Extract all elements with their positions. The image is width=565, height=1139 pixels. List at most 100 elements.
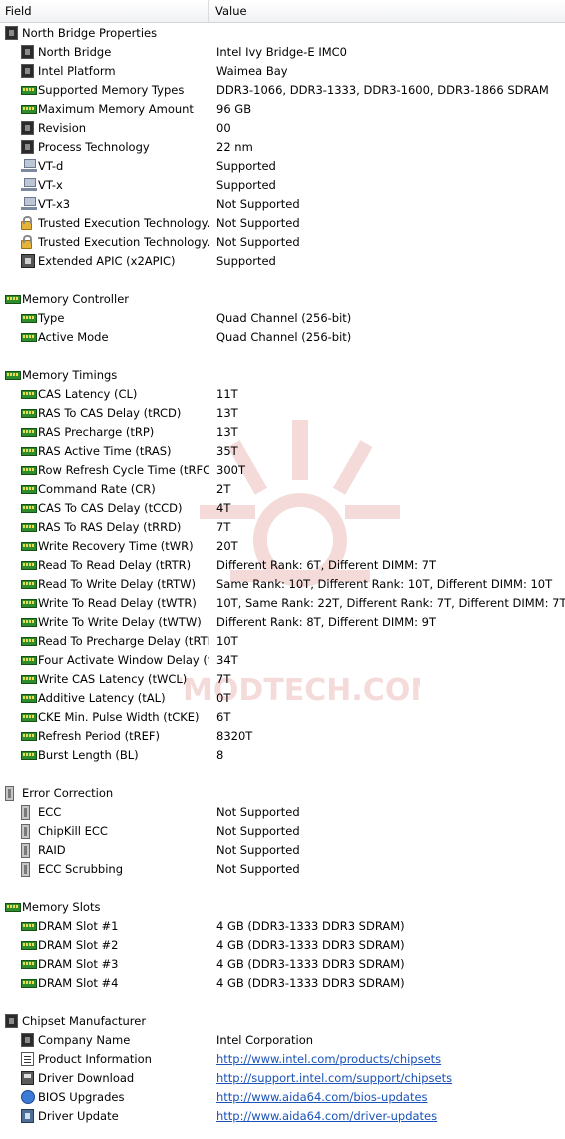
field-value: 8320T (216, 729, 253, 743)
memory-module-icon (21, 466, 37, 475)
group-header[interactable]: Memory Slots (0, 898, 565, 917)
memory-stick-icon (21, 843, 30, 858)
property-row[interactable]: Additive Latency (tAL) 0T (0, 689, 565, 708)
bios-icon (21, 1090, 35, 1104)
property-row[interactable]: Row Refresh Cycle Time (tRFC) 300T (0, 461, 565, 480)
field-value: 8 (216, 748, 224, 762)
property-row[interactable]: CAS Latency (CL) 11T (0, 385, 565, 404)
field-label: ECC Scrubbing (38, 862, 124, 876)
property-row[interactable]: BIOS Upgrades http://www.aida64.com/bios-… (0, 1088, 565, 1107)
memory-module-icon (21, 504, 37, 513)
field-label: Write To Write Delay (tWTW) (38, 615, 202, 629)
property-row[interactable]: Read To Precharge Delay (tRTP) 10T (0, 632, 565, 651)
field-label: DRAM Slot #2 (38, 938, 119, 952)
property-row[interactable]: VT-x3 Not Supported (0, 195, 565, 214)
memory-module-icon (21, 523, 37, 532)
field-value: 00 (216, 121, 231, 135)
group-header[interactable]: Chipset Manufacturer (0, 1012, 565, 1031)
property-row[interactable]: RAS Active Time (tRAS) 35T (0, 442, 565, 461)
value-column-header[interactable]: Value (209, 0, 247, 22)
field-value: 4T (216, 501, 231, 515)
field-value: Not Supported (216, 843, 300, 857)
memory-stick-icon (5, 786, 14, 801)
field-label: Type (38, 311, 65, 325)
property-row[interactable]: DRAM Slot #3 4 GB (DDR3-1333 DDR3 SDRAM) (0, 955, 565, 974)
property-row[interactable]: Revision 00 (0, 119, 565, 138)
value-link[interactable]: http://www.aida64.com/bios-updates (216, 1088, 428, 1107)
memory-module-icon (21, 694, 37, 703)
property-row[interactable]: DRAM Slot #1 4 GB (DDR3-1333 DDR3 SDRAM) (0, 917, 565, 936)
property-row[interactable]: Intel Platform Waimea Bay (0, 62, 565, 81)
field-label: Intel Platform (38, 64, 116, 78)
field-label: RAS To CAS Delay (tRCD) (38, 406, 182, 420)
property-row[interactable]: Write Recovery Time (tWR) 20T (0, 537, 565, 556)
property-row[interactable]: ChipKill ECC Not Supported (0, 822, 565, 841)
property-row[interactable]: Product Information http://www.intel.com/… (0, 1050, 565, 1069)
memory-module-icon (21, 656, 37, 665)
property-row[interactable]: Trusted Execution Technology... Not Suppo… (0, 233, 565, 252)
property-row[interactable]: RAS To RAS Delay (tRRD) 7T (0, 518, 565, 537)
property-row[interactable]: Read To Write Delay (tRTW) Same Rank: 10T… (0, 575, 565, 594)
property-row[interactable]: Trusted Execution Technology... Not Suppo… (0, 214, 565, 233)
property-row[interactable]: Refresh Period (tREF) 8320T (0, 727, 565, 746)
field-column-header[interactable]: Field (0, 0, 209, 22)
value-link[interactable]: http://support.intel.com/support/chipset… (216, 1069, 452, 1088)
group-header[interactable]: Error Correction (0, 784, 565, 803)
group-header[interactable]: Memory Controller (0, 290, 565, 309)
field-value: Intel Ivy Bridge-E IMC0 (216, 45, 347, 59)
memory-module-icon (5, 295, 21, 304)
field-label: Write CAS Latency (tWCL) (38, 672, 188, 686)
memory-module-icon (21, 542, 37, 551)
property-row[interactable]: ECC Not Supported (0, 803, 565, 822)
field-value: Supported (216, 254, 276, 268)
value-link[interactable]: http://www.intel.com/products/chipsets (216, 1050, 441, 1069)
property-row[interactable]: RAID Not Supported (0, 841, 565, 860)
memory-module-icon (5, 903, 21, 912)
group-header[interactable]: Memory Timings (0, 366, 565, 385)
field-label: CAS Latency (CL) (38, 387, 138, 401)
property-row[interactable]: Active Mode Quad Channel (256-bit) (0, 328, 565, 347)
field-label: Process Technology (38, 140, 150, 154)
property-row[interactable]: Type Quad Channel (256-bit) (0, 309, 565, 328)
property-row[interactable]: RAS To CAS Delay (tRCD) 13T (0, 404, 565, 423)
memory-stick-icon (21, 862, 30, 877)
property-row[interactable]: RAS Precharge (tRP) 13T (0, 423, 565, 442)
field-value: Not Supported (216, 862, 300, 876)
property-row[interactable]: VT-x Supported (0, 176, 565, 195)
value-link[interactable]: http://www.aida64.com/driver-updates (216, 1107, 437, 1126)
field-label: Four Activate Window Delay (t... (38, 653, 209, 667)
field-value: 4 GB (DDR3-1333 DDR3 SDRAM) (216, 976, 405, 990)
field-value: 6T (216, 710, 231, 724)
group-header[interactable]: North Bridge Properties (0, 24, 565, 43)
memory-module-icon (21, 941, 37, 950)
chip-icon (21, 121, 34, 135)
field-label: BIOS Upgrades (38, 1090, 125, 1104)
field-label: Maximum Memory Amount (38, 102, 194, 116)
property-row[interactable]: Company Name Intel Corporation (0, 1031, 565, 1050)
property-row[interactable]: Supported Memory Types DDR3-1066, DDR3-13… (0, 81, 565, 100)
property-row[interactable]: Command Rate (CR) 2T (0, 480, 565, 499)
property-row[interactable]: DRAM Slot #4 4 GB (DDR3-1333 DDR3 SDRAM) (0, 974, 565, 993)
field-label: Additive Latency (tAL) (38, 691, 166, 705)
property-row[interactable]: Extended APIC (x2APIC) Supported (0, 252, 565, 271)
property-row[interactable]: Four Activate Window Delay (t... 34T (0, 651, 565, 670)
property-row[interactable]: Driver Update http://www.aida64.com/drive… (0, 1107, 565, 1126)
property-row[interactable]: CAS To CAS Delay (tCCD) 4T (0, 499, 565, 518)
field-label: Extended APIC (x2APIC) (38, 254, 176, 268)
property-row[interactable]: Write CAS Latency (tWCL) 7T (0, 670, 565, 689)
property-row[interactable]: Process Technology 22 nm (0, 138, 565, 157)
property-row[interactable]: North Bridge Intel Ivy Bridge-E IMC0 (0, 43, 565, 62)
property-row[interactable]: DRAM Slot #2 4 GB (DDR3-1333 DDR3 SDRAM) (0, 936, 565, 955)
field-value: 20T (216, 539, 238, 553)
field-label: Driver Update (38, 1109, 119, 1123)
property-row[interactable]: Read To Read Delay (tRTR) Different Rank:… (0, 556, 565, 575)
field-label: Driver Download (38, 1071, 135, 1085)
property-row[interactable]: Burst Length (BL) 8 (0, 746, 565, 765)
property-row[interactable]: VT-d Supported (0, 157, 565, 176)
property-row[interactable]: Write To Write Delay (tWTW) Different Ran… (0, 613, 565, 632)
property-row[interactable]: Write To Read Delay (tWTR) 10T, Same Rank… (0, 594, 565, 613)
property-row[interactable]: ECC Scrubbing Not Supported (0, 860, 565, 879)
property-row[interactable]: Driver Download http://support.intel.com/… (0, 1069, 565, 1088)
property-row[interactable]: CKE Min. Pulse Width (tCKE) 6T (0, 708, 565, 727)
property-row[interactable]: Maximum Memory Amount 96 GB (0, 100, 565, 119)
